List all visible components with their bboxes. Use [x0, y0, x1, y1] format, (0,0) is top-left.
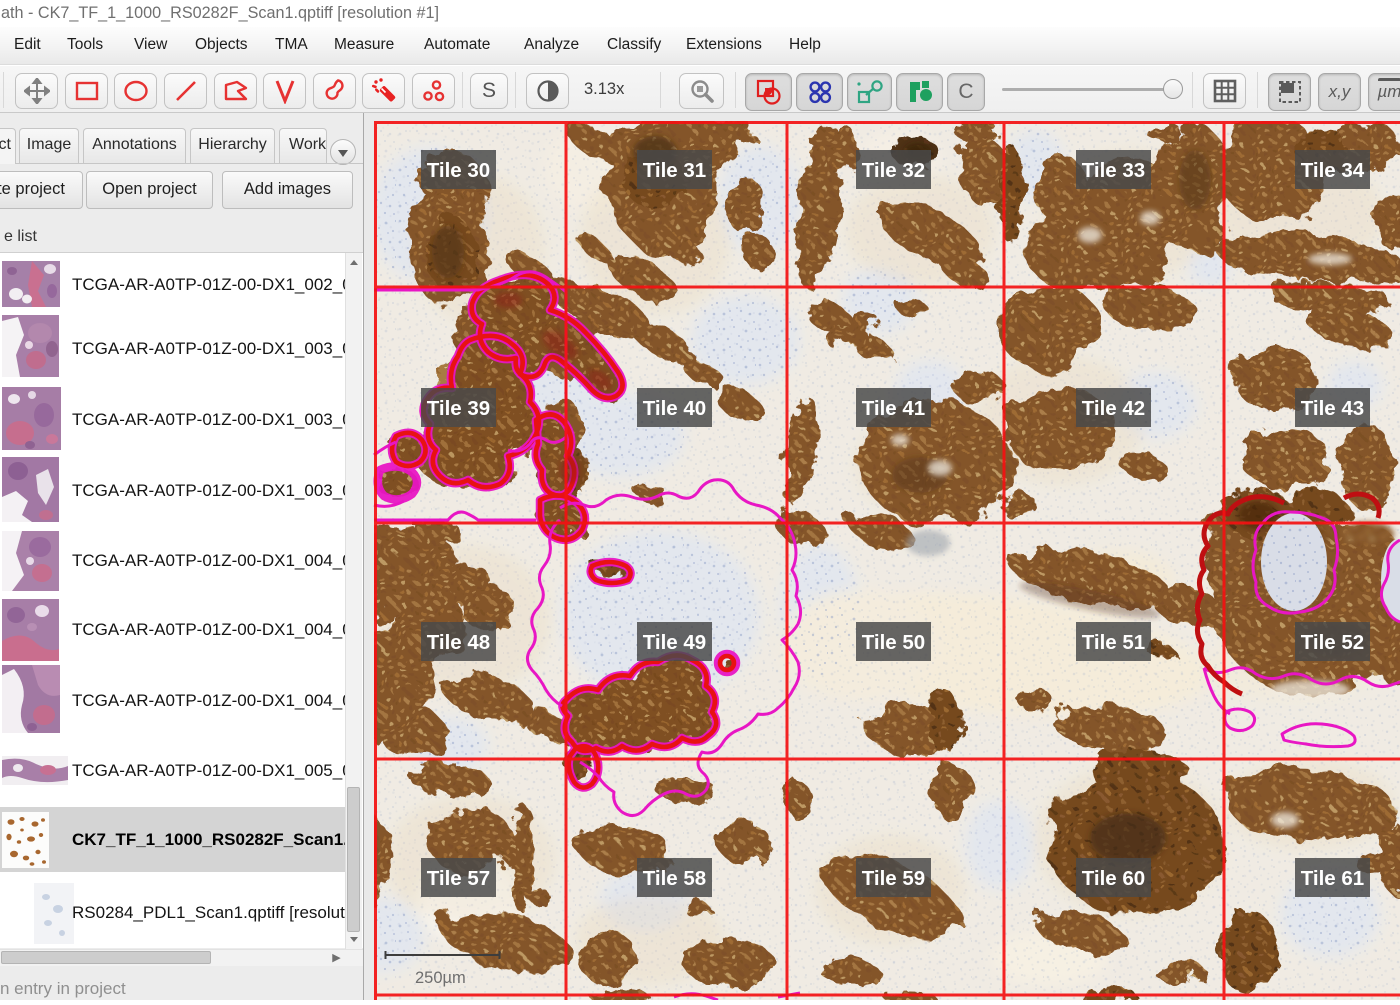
svg-text:Tile 61: Tile 61 — [1301, 867, 1364, 890]
svg-text:Tile 33: Tile 33 — [1082, 159, 1145, 182]
svg-text:Tile 49: Tile 49 — [643, 631, 706, 654]
svg-text:Tile 40: Tile 40 — [643, 397, 706, 420]
svg-text:Tile 41: Tile 41 — [862, 397, 925, 420]
svg-text:Tile 60: Tile 60 — [1082, 867, 1145, 890]
svg-text:Tile 42: Tile 42 — [1082, 397, 1145, 420]
svg-text:Tile 32: Tile 32 — [862, 159, 925, 182]
svg-text:Tile 31: Tile 31 — [643, 159, 706, 182]
svg-text:Tile 43: Tile 43 — [1301, 397, 1364, 420]
svg-text:Tile 52: Tile 52 — [1301, 631, 1364, 654]
svg-text:Tile 39: Tile 39 — [427, 397, 490, 420]
svg-text:Tile 58: Tile 58 — [643, 867, 706, 890]
svg-text:Tile 50: Tile 50 — [862, 631, 925, 654]
svg-text:Tile 48: Tile 48 — [427, 631, 490, 654]
svg-text:Tile 59: Tile 59 — [862, 867, 925, 890]
svg-text:Tile 57: Tile 57 — [427, 867, 490, 890]
svg-text:Tile 30: Tile 30 — [427, 159, 490, 182]
svg-text:Tile 34: Tile 34 — [1301, 159, 1365, 182]
svg-text:Tile 51: Tile 51 — [1082, 631, 1145, 654]
svg-text:250µm: 250µm — [415, 969, 466, 987]
